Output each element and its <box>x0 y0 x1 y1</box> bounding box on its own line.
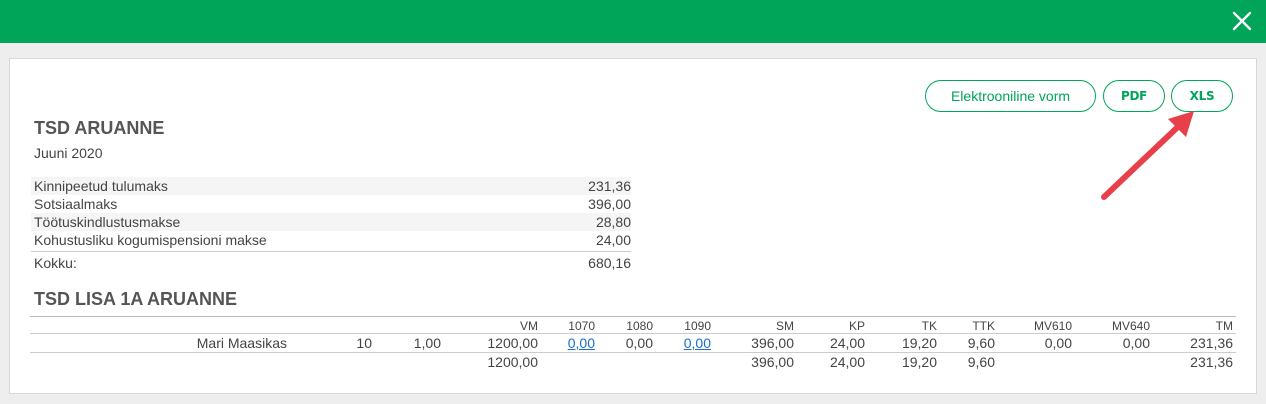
row-value: 231,36 <box>588 178 631 194</box>
close-icon[interactable] <box>1230 9 1254 33</box>
cell-1080: 0,00 <box>625 335 653 351</box>
total-tk: 19,20 <box>901 354 937 370</box>
xls-button[interactable]: XLS <box>1171 80 1233 112</box>
row-label: Töötuskindlustusmakse <box>34 214 181 230</box>
table-row: Mari Maasikas 10 1,00 1200,00 0,00 0,00 … <box>30 334 1236 353</box>
col-header-kp: KP <box>848 319 865 333</box>
total-row: Kokku: 680,16 <box>31 251 631 273</box>
cell-mv610: 0,00 <box>1044 335 1072 351</box>
col-header-vm: VM <box>520 319 538 333</box>
cell-mv640: 0,00 <box>1122 335 1150 351</box>
col-header-ttk: TTK <box>972 319 995 333</box>
col-header-1080: 1080 <box>626 319 653 333</box>
total-vm: 1200,00 <box>487 354 538 370</box>
table-row: Töötuskindlustusmakse 28,80 <box>31 213 631 231</box>
report-panel: Elektrooniline vorm PDF XLS TSD ARUANNE … <box>9 58 1257 394</box>
cell-vm: 1200,00 <box>487 335 538 351</box>
employee-code: 10 <box>356 335 372 351</box>
pointer-arrow-icon <box>1101 111 1194 200</box>
total-ttk: 9,60 <box>967 354 995 370</box>
cell-sm: 396,00 <box>751 335 794 351</box>
col-header-1070: 1070 <box>568 319 595 333</box>
total-kp: 24,00 <box>829 354 865 370</box>
top-bar <box>0 0 1266 43</box>
table-row: Kohustusliku kogumispensioni makse 24,00 <box>31 231 631 249</box>
cell-1090-link[interactable]: 0,00 <box>684 335 711 351</box>
col-header-sm: SM <box>776 319 794 333</box>
employee-name: Mari Maasikas <box>196 335 287 351</box>
employee-rate: 1,00 <box>413 335 441 351</box>
row-value: 396,00 <box>588 196 631 212</box>
total-value: 680,16 <box>588 255 631 271</box>
annex-table: VM 1070 1080 1090 SM KP TK TTK MV610 MV6… <box>30 316 1236 372</box>
col-header-mv640: MV640 <box>1111 319 1150 333</box>
annex-header-row: VM 1070 1080 1090 SM KP TK TTK MV610 MV6… <box>30 316 1236 334</box>
summary-table: Kinnipeetud tulumaks 231,36 Sotsiaalmaks… <box>31 177 631 273</box>
table-row: Kinnipeetud tulumaks 231,36 <box>31 177 631 195</box>
col-header-tk: TK <box>921 319 937 333</box>
cell-tm: 231,36 <box>1190 335 1233 351</box>
annex-title: TSD LISA 1A ARUANNE <box>34 289 238 309</box>
row-value: 24,00 <box>595 232 631 248</box>
cell-kp: 24,00 <box>829 335 865 351</box>
pdf-button[interactable]: PDF <box>1103 80 1165 112</box>
total-sm: 396,00 <box>751 354 794 370</box>
col-header-1090: 1090 <box>684 319 711 333</box>
row-value: 28,80 <box>595 214 631 230</box>
cell-tk: 19,20 <box>901 335 937 351</box>
row-label: Kohustusliku kogumispensioni makse <box>34 232 267 248</box>
cell-ttk: 9,60 <box>967 335 995 351</box>
col-header-mv610: MV610 <box>1033 319 1072 333</box>
report-title: TSD ARUANNE <box>34 118 165 138</box>
table-row: Sotsiaalmaks 396,00 <box>31 195 631 213</box>
annex-totals-row: 1200,00 396,00 24,00 19,20 9,60 231,36 <box>30 353 1236 372</box>
report-period: Juuni 2020 <box>34 145 103 161</box>
row-label: Kinnipeetud tulumaks <box>34 178 168 194</box>
total-tm: 231,36 <box>1190 354 1233 370</box>
total-label: Kokku: <box>34 255 77 271</box>
col-header-tm: TM <box>1215 319 1233 333</box>
cell-1070-link[interactable]: 0,00 <box>568 335 595 351</box>
row-label: Sotsiaalmaks <box>34 196 118 212</box>
electronic-form-button[interactable]: Elektrooniline vorm <box>925 80 1096 112</box>
